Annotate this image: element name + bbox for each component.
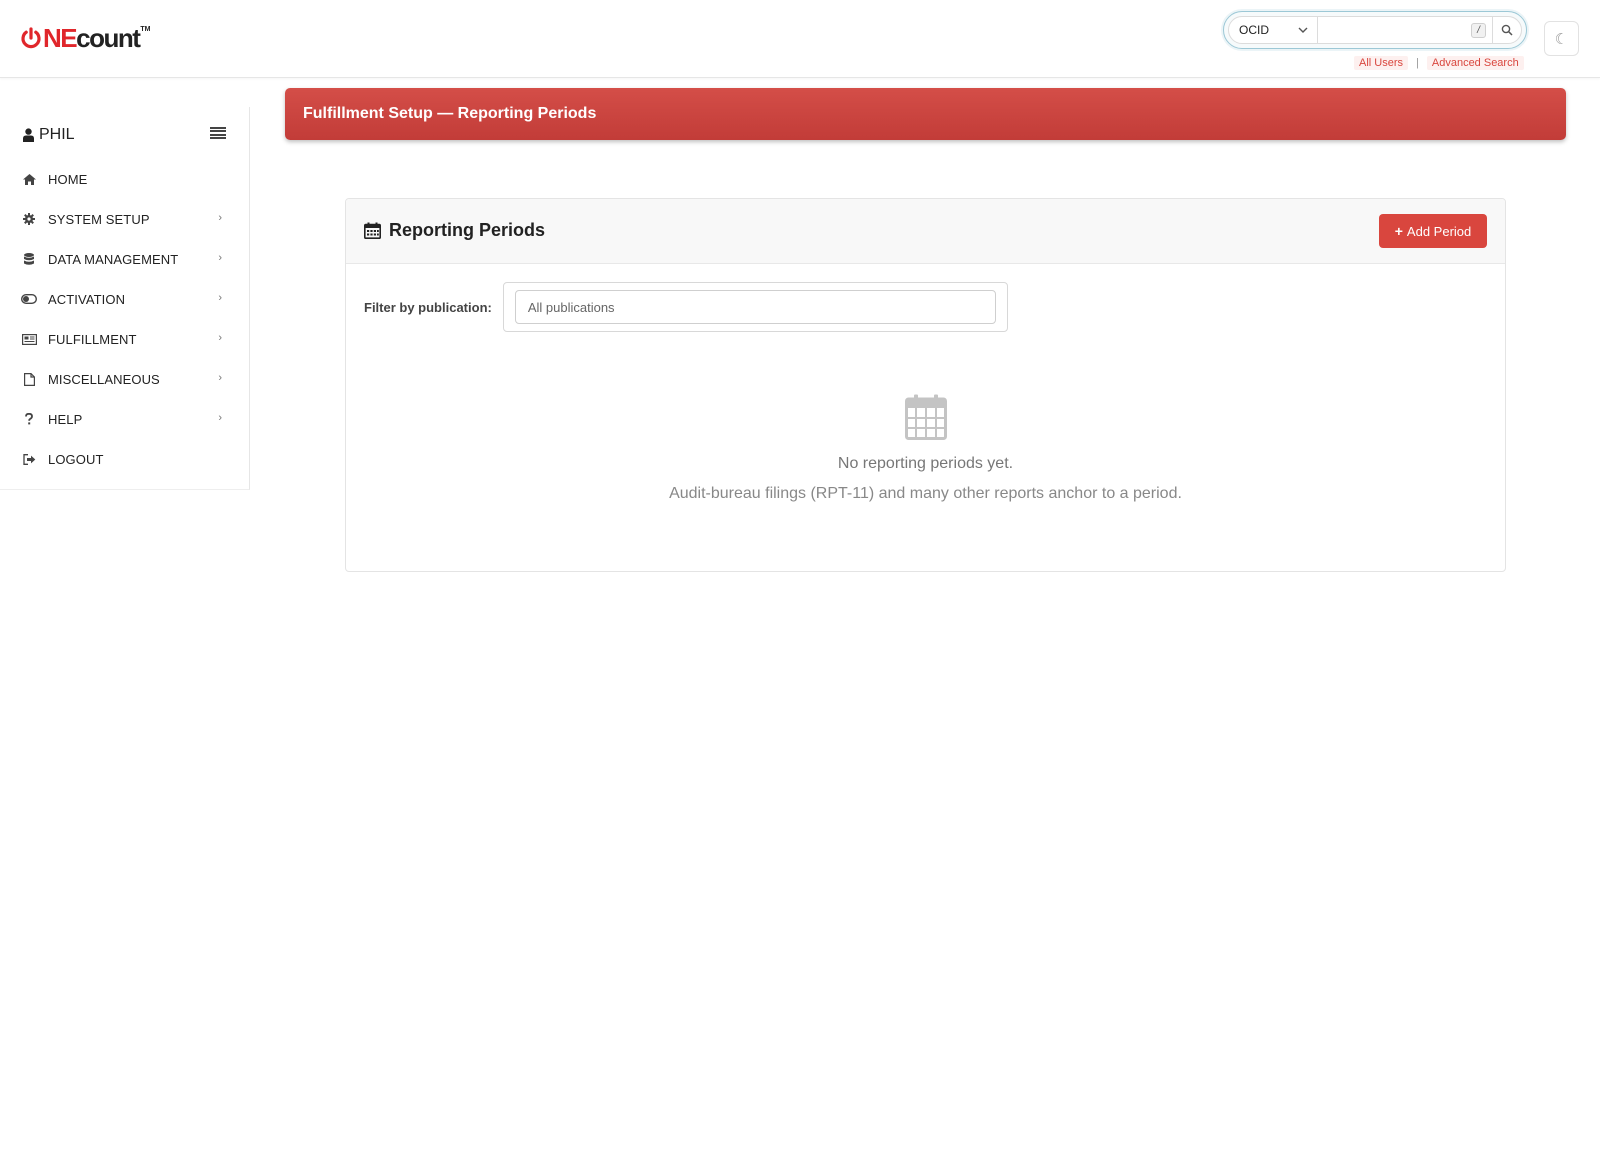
chevron-right-icon: ›: [218, 252, 222, 264]
sidebar-item-logout[interactable]: LOGOUT: [0, 439, 249, 479]
sidebar: PHIL HOME SYSTEM SETUP › DATA MANAGEMENT…: [0, 107, 250, 490]
sidebar-nav: HOME SYSTEM SETUP › DATA MANAGEMENT › AC…: [0, 159, 249, 479]
sidebar-item-help[interactable]: HELP ›: [0, 399, 249, 439]
theme-toggle-button[interactable]: ☾: [1544, 21, 1579, 56]
sidebar-item-label: HELP: [48, 411, 83, 427]
user-name: PHIL: [39, 126, 75, 143]
card-header: Reporting Periods + Add Period: [346, 199, 1505, 264]
power-icon: [21, 27, 41, 49]
plus-icon: +: [1394, 223, 1403, 239]
gear-icon: [21, 211, 37, 227]
top-header: NE count TM OCID / All Users | Advanced …: [0, 0, 1600, 78]
menu-toggle-icon[interactable]: [210, 127, 226, 139]
chevron-right-icon: ›: [218, 212, 222, 224]
add-period-label: Add Period: [1406, 223, 1472, 239]
empty-state-description: Audit-bureau filings (RPT-11) and many o…: [669, 485, 1182, 502]
chevron-down-icon: [1298, 27, 1308, 33]
empty-state-title: No reporting periods yet.: [837, 455, 1014, 472]
logo-text-count: count: [76, 23, 141, 53]
sidebar-item-label: MISCELLANEOUS: [48, 371, 160, 387]
sidebar-item-system-setup[interactable]: SYSTEM SETUP ›: [0, 199, 249, 239]
sidebar-item-home[interactable]: HOME: [0, 159, 249, 199]
database-icon: [21, 251, 37, 267]
calendar-icon: [904, 394, 947, 440]
newspaper-icon: [21, 331, 37, 347]
filter-box: All publications: [502, 282, 1008, 332]
reporting-periods-card: Reporting Periods + Add Period Filter by…: [345, 198, 1506, 572]
link-separator: |: [1416, 57, 1419, 69]
onecount-logo[interactable]: NE count TM: [20, 24, 151, 52]
logo-text-ne: NE: [43, 23, 78, 53]
filter-label: Filter by publication:: [364, 299, 492, 315]
sidebar-item-data-management[interactable]: DATA MANAGEMENT ›: [0, 239, 249, 279]
search-icon: [1501, 24, 1513, 36]
header-links: All Users | Advanced Search: [1354, 56, 1524, 70]
slash-shortcut-hint: /: [1471, 23, 1486, 38]
advanced-search-link[interactable]: Advanced Search: [1426, 56, 1524, 70]
chevron-right-icon: ›: [218, 372, 222, 384]
search-type-value: OCID: [1239, 23, 1269, 37]
home-icon: [21, 171, 37, 187]
file-icon: [21, 371, 37, 387]
search-input[interactable]: /: [1318, 16, 1492, 44]
publication-select-value: All publications: [527, 299, 615, 315]
publication-filter: Filter by publication: All publications: [364, 282, 1008, 332]
publication-select[interactable]: All publications: [514, 290, 996, 324]
sidebar-item-label: HOME: [48, 171, 88, 187]
calendar-icon: [364, 222, 381, 239]
global-search: OCID /: [1223, 11, 1527, 49]
sidebar-item-label: LOGOUT: [48, 451, 104, 467]
page-title: Fulfillment Setup — Reporting Periods: [303, 105, 597, 122]
logout-icon: [21, 451, 37, 467]
sidebar-item-label: FULFILLMENT: [48, 331, 137, 347]
search-type-select[interactable]: OCID: [1228, 16, 1318, 44]
sidebar-item-label: DATA MANAGEMENT: [48, 251, 179, 267]
user-profile[interactable]: PHIL: [23, 126, 75, 144]
chevron-right-icon: ›: [218, 292, 222, 304]
sidebar-item-activation[interactable]: ACTIVATION ›: [0, 279, 249, 319]
sidebar-item-label: SYSTEM SETUP: [48, 211, 150, 227]
card-title: Reporting Periods: [364, 220, 545, 241]
card-title-text: Reporting Periods: [389, 220, 546, 240]
question-icon: [21, 411, 37, 427]
all-users-link[interactable]: All Users: [1354, 56, 1409, 70]
chevron-right-icon: ›: [218, 412, 222, 424]
sidebar-item-fulfillment[interactable]: FULFILLMENT ›: [0, 319, 249, 359]
empty-state: No reporting periods yet. Audit-bureau f…: [346, 394, 1505, 503]
chevron-right-icon: ›: [218, 332, 222, 344]
search-button[interactable]: [1492, 16, 1522, 44]
sidebar-item-label: ACTIVATION: [48, 291, 126, 307]
moon-icon: ☾: [1554, 30, 1569, 48]
user-icon: [23, 128, 34, 142]
page-title-bar: Fulfillment Setup — Reporting Periods: [285, 88, 1566, 140]
add-period-button[interactable]: + Add Period: [1379, 214, 1487, 248]
toggle-icon: [21, 291, 37, 307]
sidebar-item-miscellaneous[interactable]: MISCELLANEOUS ›: [0, 359, 249, 399]
logo-trademark: TM: [140, 26, 151, 33]
